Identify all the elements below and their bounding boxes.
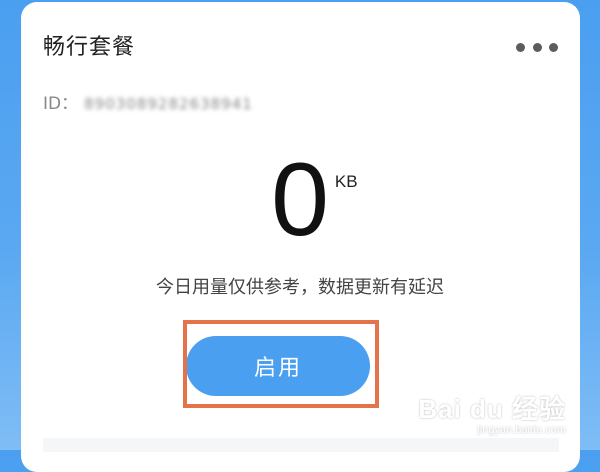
more-dot [549,42,558,52]
more-dot [516,42,525,52]
baidu-jingyan-watermark: Bai du 经验 jingyan.baidu.com [418,389,566,436]
usage-unit: KB [334,172,358,191]
highlight-annotation-box [183,320,379,408]
plan-title: 畅行套餐 [43,35,136,60]
usage-display: 0 KB [0,148,600,252]
watermark-logo: Bai du 经验 [418,394,566,424]
more-options-icon[interactable] [516,40,558,54]
usage-notice: 今日用量仅供参考，数据更新有延迟 [156,277,444,298]
id-label: ID： [43,94,79,114]
more-dot [532,42,542,52]
id-row: ID： 8903089282638941 [43,94,253,114]
id-value-blurred: 8903089282638941 [84,95,253,113]
usage-value: 0 [271,142,329,258]
